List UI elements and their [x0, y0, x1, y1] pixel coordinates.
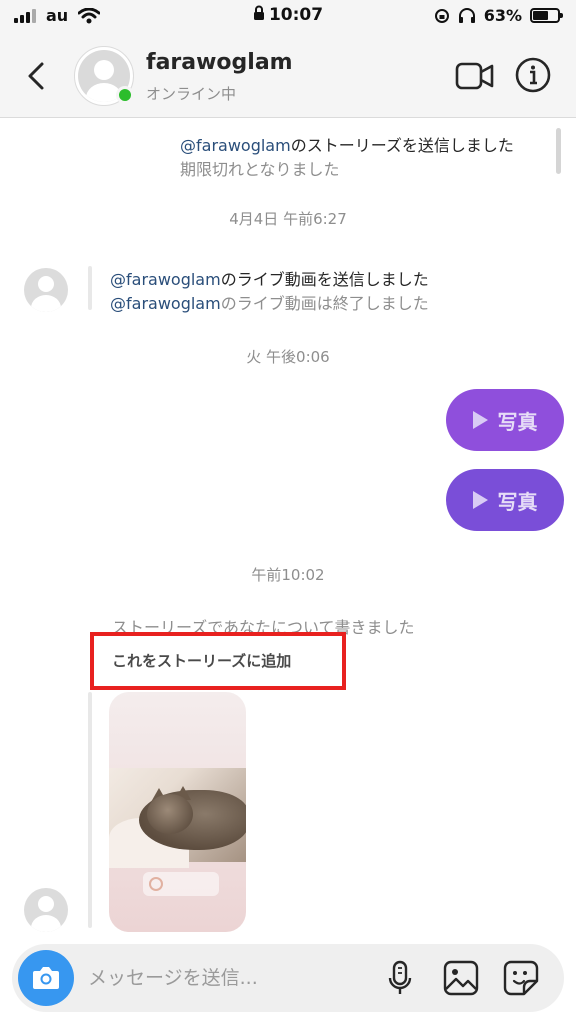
story-mention-card[interactable] — [109, 692, 246, 932]
camera-button[interactable] — [18, 950, 74, 1006]
gallery-button[interactable] — [442, 959, 480, 997]
mention-link[interactable]: @farawoglam — [180, 136, 291, 155]
sender-avatar[interactable] — [24, 268, 68, 312]
instagram-icon — [149, 877, 163, 891]
story-expired-note: 期限切れとなりました — [180, 160, 340, 179]
mention-link[interactable]: @farawoglam — [110, 294, 221, 313]
camera-icon — [33, 967, 59, 989]
chat-username[interactable]: farawoglam — [146, 50, 293, 75]
video-call-icon — [455, 62, 494, 90]
microphone-icon — [388, 960, 412, 994]
story-share-message: @farawoglamのストーリーズを送信しました — [180, 136, 514, 155]
rotation-lock-icon — [434, 8, 449, 23]
add-to-story-link[interactable]: これをストーリーズに追加 — [112, 650, 291, 671]
back-button[interactable] — [22, 56, 52, 96]
lock-icon — [253, 5, 264, 20]
photo-label: 写真 — [497, 409, 538, 434]
story-cat-photo — [109, 768, 246, 868]
status-bar: au 10:07 63% — [0, 0, 576, 34]
battery-icon — [530, 8, 563, 23]
sticker-button[interactable] — [502, 959, 540, 997]
back-chevron-icon — [28, 62, 44, 90]
online-status: オンライン中 — [146, 85, 237, 103]
message-input[interactable] — [88, 958, 368, 998]
video-call-button[interactable] — [455, 59, 495, 93]
live-ended-message: @farawoglamのライブ動画は終了しました — [110, 294, 429, 313]
timestamp: 午前10:02 — [251, 566, 325, 584]
message-composer — [12, 944, 564, 1012]
live-sent-message: @farawoglamのライブ動画を送信しました — [110, 270, 429, 289]
status-bar-right: 63% — [434, 6, 563, 25]
battery-fill — [533, 11, 549, 20]
clock-text: 10:07 — [268, 5, 324, 25]
photo-label: 写真 — [497, 489, 538, 514]
photo-message-bubble[interactable]: 写真 — [446, 469, 564, 531]
gallery-icon — [443, 960, 479, 996]
battery-percent: 63% — [483, 6, 522, 25]
sender-avatar[interactable] — [24, 888, 68, 932]
online-indicator — [116, 86, 134, 104]
voice-message-button[interactable] — [385, 958, 415, 998]
sticker-icon — [503, 960, 539, 996]
play-icon — [472, 411, 488, 429]
timestamp: 火 午後0:06 — [246, 348, 330, 366]
timestamp: 4月4日 午前6:27 — [229, 210, 347, 228]
headphones-icon — [458, 7, 475, 23]
play-icon — [472, 491, 488, 509]
scrollbar[interactable] — [556, 128, 561, 174]
quote-bar — [88, 692, 92, 928]
chat-header: farawoglam オンライン中 — [0, 34, 576, 118]
info-button[interactable] — [514, 56, 552, 94]
mention-sticker — [143, 872, 219, 896]
quote-bar — [88, 266, 92, 310]
message-thread[interactable]: @farawoglamのストーリーズを送信しました 期限切れとなりました 4月4… — [0, 118, 576, 940]
photo-message-bubble[interactable]: 写真 — [446, 389, 564, 451]
mention-link[interactable]: @farawoglam — [110, 270, 221, 289]
profile-avatar[interactable] — [74, 46, 134, 106]
info-icon — [515, 57, 551, 93]
